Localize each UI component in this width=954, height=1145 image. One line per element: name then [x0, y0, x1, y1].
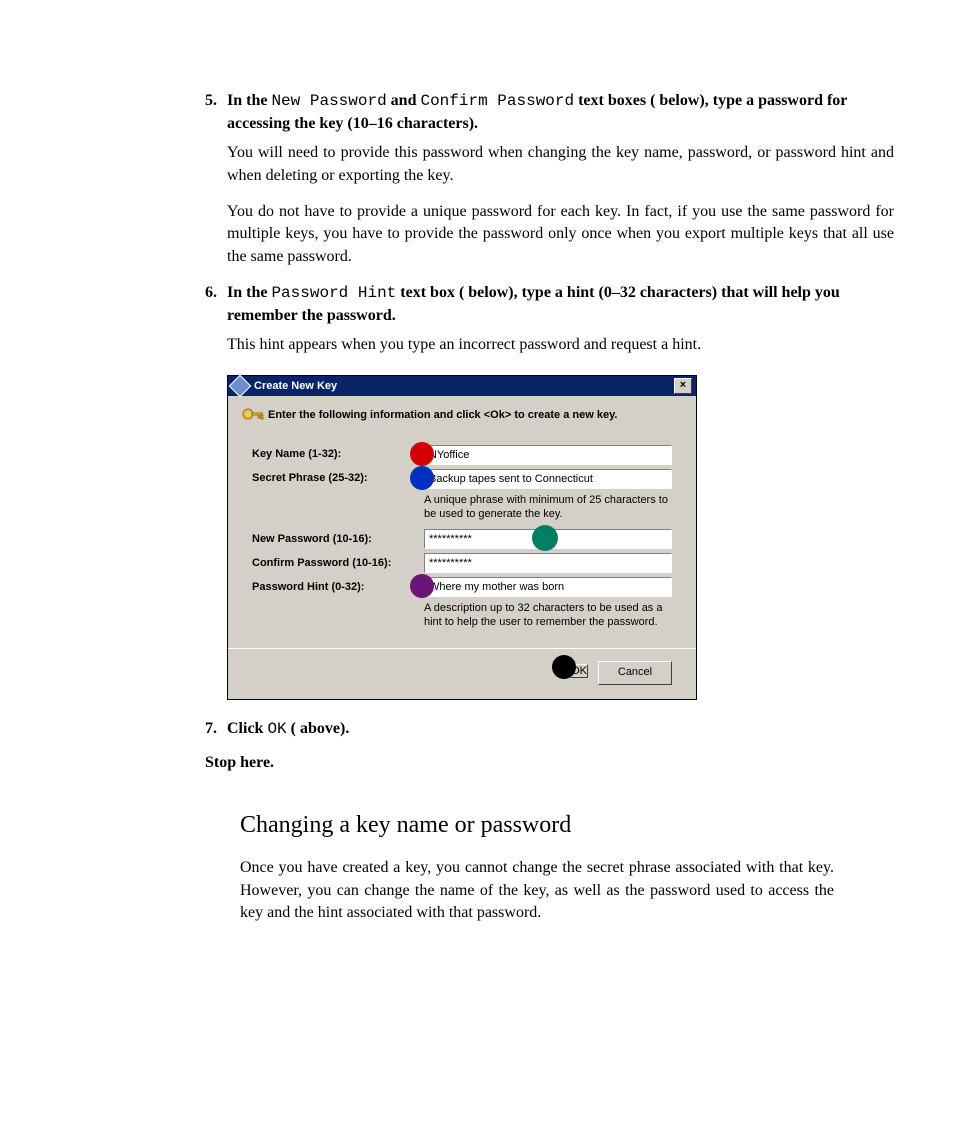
- row-password-hint: Password Hint (0-32): Where my mother wa…: [252, 577, 672, 597]
- step-number: 7.: [205, 718, 217, 740]
- section-heading: Changing a key name or password: [240, 812, 894, 839]
- label-password-hint: Password Hint (0-32):: [252, 580, 424, 595]
- row-secret-phrase: Secret Phrase (25-32): Backup tapes sent…: [252, 469, 672, 489]
- key-icon: [242, 408, 264, 422]
- help-password-hint: A description up to 32 characters to be …: [424, 601, 672, 630]
- close-icon[interactable]: ×: [674, 378, 692, 394]
- step-5-lede: In the New Password and Confirm Password…: [227, 92, 847, 132]
- dialog-app-icon: [229, 374, 252, 397]
- password-hint-field[interactable]: Where my mother was born: [424, 577, 672, 597]
- step-7-lede: Click OK ( above).: [227, 720, 349, 737]
- help-secret-phrase: A unique phrase with minimum of 25 chara…: [424, 493, 672, 522]
- text: and: [387, 92, 421, 109]
- stop-here: Stop here.: [205, 754, 894, 772]
- label-secret-phrase: Secret Phrase (25-32):: [252, 471, 424, 486]
- row-new-password: New Password (10-16): **********: [252, 529, 672, 549]
- step-5-paragraph-2: You do not have to provide a unique pass…: [227, 201, 894, 268]
- dialog-instruction-text: Enter the following information and clic…: [268, 409, 617, 421]
- marker-teal: [532, 525, 558, 551]
- dialog-title: Create New Key: [254, 376, 674, 396]
- step-number: 5.: [205, 90, 217, 112]
- key-name-field[interactable]: NYoffice: [424, 445, 672, 465]
- dialog-button-bar: OK Cancel: [228, 648, 696, 699]
- create-new-key-dialog: Create New Key × Enter the following inf…: [227, 375, 697, 700]
- marker-purple: [410, 574, 434, 598]
- marker-red: [410, 442, 434, 466]
- confirm-password-field[interactable]: **********: [424, 553, 672, 573]
- row-confirm-password: Confirm Password (10-16): **********: [252, 553, 672, 573]
- dialog-instruction: Enter the following information and clic…: [228, 396, 696, 435]
- step-7: 7. Click OK ( above).: [205, 718, 894, 741]
- mono-term: OK: [267, 720, 286, 738]
- step-6: 6. In the Password Hint text box ( below…: [205, 282, 894, 700]
- dialog-titlebar: Create New Key ×: [228, 376, 696, 396]
- step-6-lede: In the Password Hint text box ( below), …: [227, 284, 840, 324]
- mono-term: New Password: [271, 92, 386, 110]
- text: ( above).: [287, 720, 350, 737]
- label-new-password: New Password (10-16):: [252, 532, 424, 547]
- step-6-paragraph-1: This hint appears when you type an incor…: [227, 334, 894, 356]
- text: In the: [227, 92, 271, 109]
- step-5: 5. In the New Password and Confirm Passw…: [205, 90, 894, 268]
- cancel-button[interactable]: Cancel: [598, 661, 672, 685]
- dialog-body: Key Name (1-32): NYoffice Secret Phrase …: [228, 435, 696, 648]
- text: Click: [227, 720, 267, 737]
- row-key-name: Key Name (1-32): NYoffice: [252, 445, 672, 465]
- label-key-name: Key Name (1-32):: [252, 447, 424, 462]
- step-number: 6.: [205, 282, 217, 304]
- marker-black: [552, 655, 576, 679]
- marker-blue: [410, 466, 434, 490]
- label-confirm-password: Confirm Password (10-16):: [252, 556, 424, 571]
- step-5-paragraph-1: You will need to provide this password w…: [227, 142, 894, 187]
- secret-phrase-field[interactable]: Backup tapes sent to Connecticut: [424, 469, 672, 489]
- section-paragraph: Once you have created a key, you cannot …: [240, 857, 834, 924]
- mono-term: Password Hint: [271, 284, 396, 302]
- mono-term: Confirm Password: [420, 92, 574, 110]
- text: In the: [227, 284, 271, 301]
